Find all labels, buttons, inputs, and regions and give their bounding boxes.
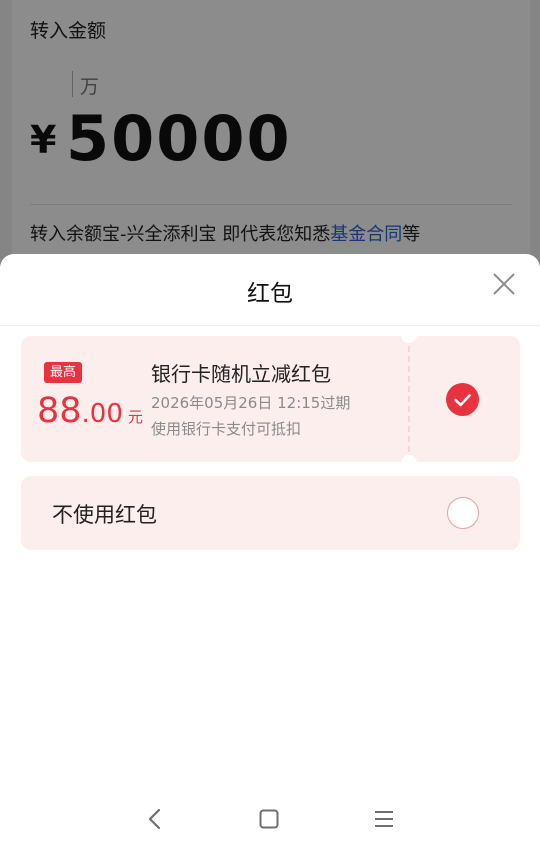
sheet-title: 红包 [247, 281, 293, 307]
coupon-amount: 88.00 元 [37, 391, 143, 431]
coupon-amount-integer: 88 [37, 391, 82, 431]
close-icon[interactable] [490, 270, 518, 298]
no-coupon-label: 不使用红包 [52, 503, 157, 527]
coupon-description: 使用银行卡支付可抵扣 [151, 420, 302, 438]
menu-icon[interactable] [372, 808, 396, 830]
no-coupon-option[interactable]: 不使用红包 [21, 476, 520, 550]
sheet-divider [0, 325, 540, 326]
screen: 转入金额 万 ¥ 50000 转入余额宝-兴全添利宝 即代表您知悉基金合同等 红… [0, 0, 540, 852]
checkmark-icon [454, 394, 471, 407]
unselected-radio-icon[interactable] [447, 497, 479, 529]
selected-check-icon[interactable] [446, 383, 479, 416]
red-packet-sheet: 红包 最高 88.00 元 银行卡随机立减红包 2026年05月26日 12:15… [0, 254, 540, 852]
coupon-amount-decimal: .00 [81, 399, 123, 429]
back-icon[interactable] [143, 806, 167, 832]
coupon-amount-unit: 元 [127, 408, 143, 426]
coupon-title: 银行卡随机立减红包 [151, 362, 331, 386]
home-icon[interactable] [258, 808, 280, 830]
coupon-card[interactable]: 最高 88.00 元 银行卡随机立减红包 2026年05月26日 12:15过期 … [21, 335, 520, 463]
max-badge: 最高 [44, 362, 83, 383]
coupon-notch-bottom [401, 455, 417, 463]
coupon-notch-top [401, 335, 417, 343]
coupon-expiry: 2026年05月26日 12:15过期 [151, 394, 351, 412]
coupon-dashed-separator [408, 336, 410, 462]
